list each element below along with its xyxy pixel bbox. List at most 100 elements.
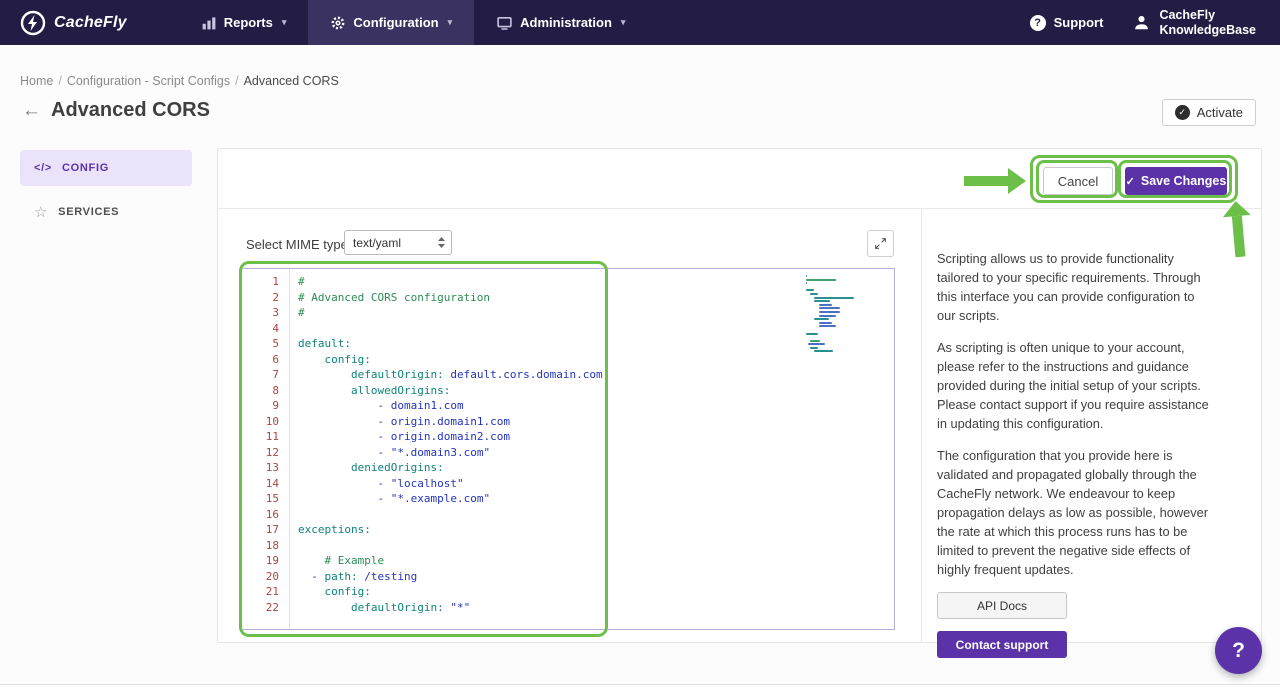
mime-type-value: text/yaml xyxy=(353,236,401,250)
activate-label: Activate xyxy=(1197,105,1243,120)
line-number: 7 xyxy=(242,367,279,383)
code-line: # xyxy=(298,274,894,290)
toolbar-divider xyxy=(218,208,1261,209)
expand-editor-button[interactable] xyxy=(867,230,894,257)
line-number: 2 xyxy=(242,290,279,306)
line-number: 16 xyxy=(242,507,279,523)
minimap-line xyxy=(814,297,854,299)
info-paragraph: Scripting allows us to provide functiona… xyxy=(937,249,1213,325)
code-line: - "localhost" xyxy=(298,476,894,492)
code-line: # Example xyxy=(298,553,894,569)
page-title: Advanced CORS xyxy=(51,99,210,122)
cachefly-logo-icon xyxy=(20,10,46,36)
api-docs-button[interactable]: API Docs xyxy=(937,592,1067,619)
save-changes-label: Save Changes xyxy=(1141,174,1226,188)
star-icon: ☆ xyxy=(34,203,48,221)
line-number: 15 xyxy=(242,491,279,507)
code-line: default: xyxy=(298,336,894,352)
chevron-down-icon: ▾ xyxy=(448,17,453,28)
nav-support-label: Support xyxy=(1054,15,1104,30)
check-circle-icon: ✓ xyxy=(1175,105,1190,120)
code-line: allowedOrigins: xyxy=(298,383,894,399)
minimap-line xyxy=(819,322,833,324)
select-arrows-icon xyxy=(438,237,445,248)
minimap-line xyxy=(819,315,837,317)
expand-icon xyxy=(874,237,887,250)
code-line: - origin.domain1.com xyxy=(298,414,894,430)
title-row: ← Advanced CORS xyxy=(22,99,210,122)
code-line xyxy=(298,507,894,523)
line-number: 21 xyxy=(242,584,279,600)
line-number: 1 xyxy=(242,274,279,290)
editor-gutter: 12345678910111213141516171819202122 xyxy=(242,269,290,629)
sidebar-config-label: CONFIG xyxy=(62,162,109,174)
panel-divider xyxy=(921,208,922,642)
save-changes-button[interactable]: ✓ Save Changes xyxy=(1125,167,1227,195)
account-name: CacheFly KnowledgeBase xyxy=(1159,8,1256,38)
nav-reports[interactable]: Reports ▾ xyxy=(179,0,309,45)
gear-icon xyxy=(330,15,346,31)
monitor-icon xyxy=(496,15,513,31)
minimap-line xyxy=(810,347,817,349)
minimap-line xyxy=(819,304,833,306)
check-icon: ✓ xyxy=(1126,175,1135,188)
nav-reports-label: Reports xyxy=(224,15,273,30)
line-number: 20 xyxy=(242,569,279,585)
user-icon xyxy=(1133,14,1150,31)
contact-support-button[interactable]: Contact support xyxy=(937,631,1067,658)
top-navbar: CacheFly Reports ▾ Configuration ▾ xyxy=(0,0,1280,45)
bottom-divider xyxy=(0,684,1280,685)
main-nav: Reports ▾ Configuration ▾ Administration… xyxy=(179,0,648,45)
cancel-button[interactable]: Cancel xyxy=(1043,167,1113,195)
line-number: 18 xyxy=(242,538,279,554)
code-line xyxy=(298,321,894,337)
editor-code: ## Advanced CORS configuration# default:… xyxy=(290,269,894,629)
code-line: - origin.domain2.com xyxy=(298,429,894,445)
breadcrumb-item[interactable]: Home xyxy=(20,74,53,88)
minimap-line xyxy=(819,325,837,327)
code-editor[interactable]: 12345678910111213141516171819202122 ## A… xyxy=(241,268,895,630)
code-line: - path: /testing xyxy=(298,569,894,585)
code-line: # Advanced CORS configuration xyxy=(298,290,894,306)
line-number: 6 xyxy=(242,352,279,368)
line-number: 17 xyxy=(242,522,279,538)
minimap-line xyxy=(819,311,840,313)
line-number: 12 xyxy=(242,445,279,461)
line-number: 5 xyxy=(242,336,279,352)
editor-minimap xyxy=(806,275,856,354)
config-card: Cancel ✓ Save Changes Select MIME type t… xyxy=(217,148,1262,643)
breadcrumb-item[interactable]: Configuration - Script Configs xyxy=(67,74,230,88)
line-number: 8 xyxy=(242,383,279,399)
info-paragraph: The configuration that you provide here … xyxy=(937,446,1213,579)
nav-support[interactable]: ? Support xyxy=(1030,15,1104,31)
help-fab-label: ? xyxy=(1232,639,1245,663)
line-number: 14 xyxy=(242,476,279,492)
help-fab-button[interactable]: ? xyxy=(1215,627,1262,674)
cachefly-logo[interactable]: CacheFly xyxy=(20,10,127,36)
help-icon: ? xyxy=(1030,15,1046,31)
line-number: 10 xyxy=(242,414,279,430)
code-line: config: xyxy=(298,352,894,368)
account-menu[interactable]: CacheFly KnowledgeBase xyxy=(1133,8,1256,38)
mime-type-select[interactable]: text/yaml xyxy=(344,230,452,255)
line-number: 19 xyxy=(242,553,279,569)
nav-administration[interactable]: Administration ▾ xyxy=(474,0,647,45)
nav-configuration-label: Configuration xyxy=(353,15,438,30)
chevron-down-icon: ▾ xyxy=(282,17,287,28)
sidebar-item-services[interactable]: ☆ SERVICES xyxy=(20,194,192,230)
account-name-line2: KnowledgeBase xyxy=(1159,23,1256,38)
nav-configuration[interactable]: Configuration ▾ xyxy=(308,0,474,45)
info-panel: Scripting allows us to provide functiona… xyxy=(937,249,1213,658)
code-line xyxy=(298,538,894,554)
sidebar: </> CONFIG ☆ SERVICES xyxy=(20,150,192,238)
code-line: - "*.domain3.com" xyxy=(298,445,894,461)
brand-name: CacheFly xyxy=(54,14,127,32)
code-line: defaultOrigin: "*" xyxy=(298,600,894,616)
minimap-line xyxy=(806,282,807,284)
activate-button[interactable]: ✓ Activate xyxy=(1162,99,1256,126)
line-number: 22 xyxy=(242,600,279,616)
sidebar-item-config[interactable]: </> CONFIG xyxy=(20,150,192,186)
minimap-line xyxy=(814,318,829,320)
back-arrow-icon[interactable]: ← xyxy=(22,101,41,120)
minimap-line xyxy=(806,279,836,281)
